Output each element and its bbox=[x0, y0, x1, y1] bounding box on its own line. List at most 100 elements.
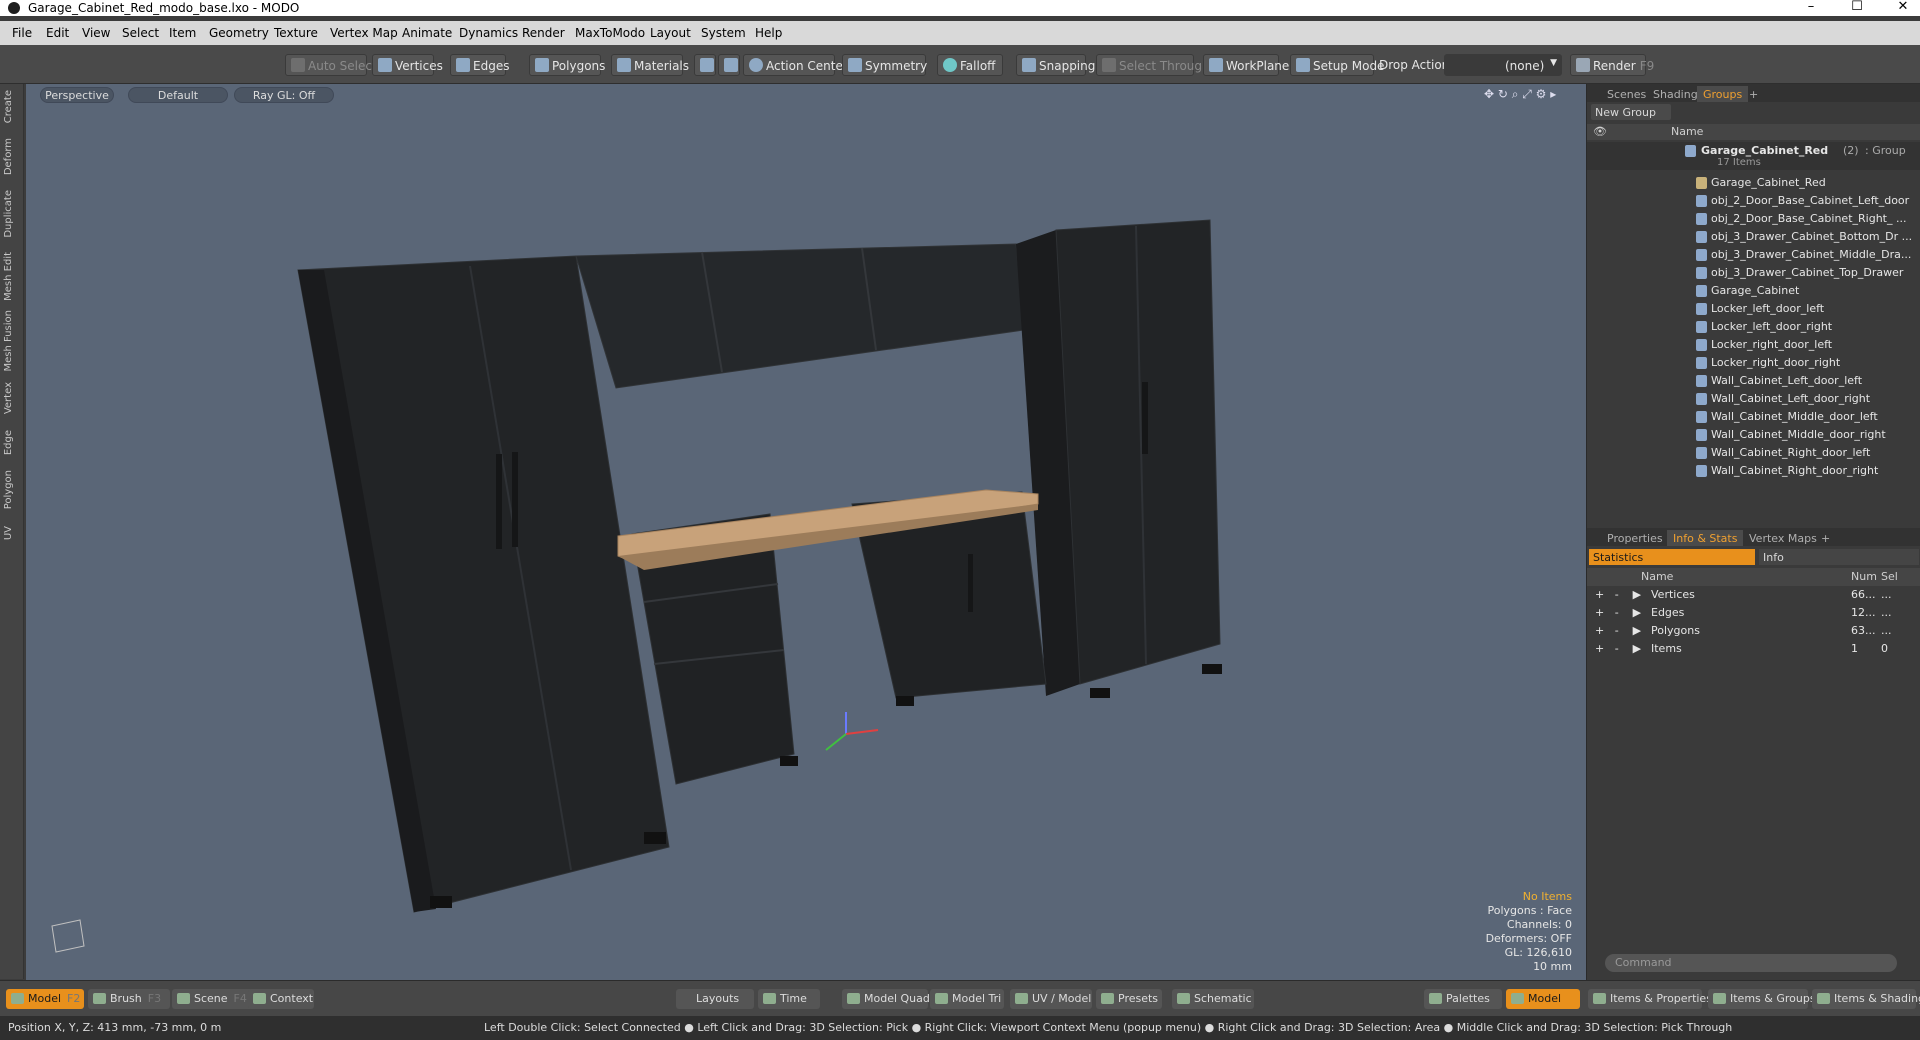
list-item[interactable]: Locker_left_door_left bbox=[1587, 300, 1920, 318]
menu-select[interactable]: Select bbox=[122, 26, 159, 40]
polygons-button[interactable]: Polygons bbox=[529, 54, 605, 76]
menu-render[interactable]: Render bbox=[522, 26, 565, 40]
add-tab-icon[interactable]: + bbox=[1743, 86, 1764, 102]
list-item[interactable]: Locker_right_door_left bbox=[1587, 336, 1920, 354]
setup-mode-button[interactable]: Setup Mode bbox=[1290, 54, 1384, 76]
menu-view[interactable]: View bbox=[82, 26, 110, 40]
workplane-button[interactable]: WorkPlane bbox=[1203, 54, 1289, 76]
tab-shading[interactable]: Shading bbox=[1647, 86, 1704, 102]
layouts-button[interactable]: Layouts bbox=[676, 989, 754, 1009]
menu-layout[interactable]: Layout bbox=[650, 26, 691, 40]
tab-uv[interactable]: UV bbox=[3, 526, 19, 540]
maximize-button[interactable]: ☐ bbox=[1840, 0, 1874, 14]
layout-context-button[interactable]: Context bbox=[248, 989, 314, 1009]
layout-uv-model-button[interactable]: UV / Model bbox=[1010, 989, 1092, 1009]
tab-deform[interactable]: Deform bbox=[3, 138, 19, 175]
list-item[interactable]: Wall_Cabinet_Right_door_right bbox=[1587, 462, 1920, 480]
edges-button[interactable]: Edges bbox=[450, 54, 509, 76]
selection-mode-button-2[interactable] bbox=[718, 54, 740, 76]
list-item[interactable]: Locker_right_door_right bbox=[1587, 354, 1920, 372]
add-tab-icon[interactable]: + bbox=[1815, 530, 1836, 546]
list-item[interactable]: Wall_Cabinet_Right_door_left bbox=[1587, 444, 1920, 462]
render-button[interactable]: Render F9 bbox=[1570, 54, 1654, 76]
list-item[interactable]: Wall_Cabinet_Middle_door_left bbox=[1587, 408, 1920, 426]
materials-button[interactable]: Materials bbox=[611, 54, 689, 76]
tab-create[interactable]: Create bbox=[3, 90, 19, 123]
stats-row[interactable]: + - ▶ Edges 12...... bbox=[1587, 604, 1920, 622]
snapping-button[interactable]: Snapping bbox=[1016, 54, 1095, 76]
menu-edit[interactable]: Edit bbox=[46, 26, 69, 40]
menu-help[interactable]: Help bbox=[755, 26, 782, 40]
list-item[interactable]: obj_2_Door_Base_Cabinet_Right_ ... bbox=[1587, 210, 1920, 228]
view-perspective-button[interactable]: Perspective bbox=[40, 87, 114, 103]
stats-row[interactable]: + - ▶ Vertices 66...... bbox=[1587, 586, 1920, 604]
list-item[interactable]: Garage_Cabinet bbox=[1587, 282, 1920, 300]
mode-model-button[interactable]: Model bbox=[1506, 989, 1580, 1009]
subtab-statistics[interactable]: Statistics bbox=[1589, 549, 1755, 565]
viewport-nav-icons[interactable]: ✥ ↻ ⌕ ⤢ ⚙ ▸ bbox=[1484, 87, 1556, 102]
tab-mesh-edit[interactable]: Mesh Edit bbox=[3, 252, 19, 301]
tab-edge[interactable]: Edge bbox=[3, 430, 19, 455]
menu-texture[interactable]: Texture bbox=[274, 26, 318, 40]
minimize-button[interactable]: – bbox=[1794, 0, 1828, 14]
menu-item[interactable]: Item bbox=[169, 26, 196, 40]
tab-scenes[interactable]: Scenes bbox=[1601, 86, 1652, 102]
list-item[interactable]: Wall_Cabinet_Middle_door_right bbox=[1587, 426, 1920, 444]
3d-viewport[interactable]: Perspective Default Ray GL: Off ✥ ↻ ⌕ ⤢ … bbox=[26, 84, 1586, 980]
list-item[interactable]: Wall_Cabinet_Left_door_left bbox=[1587, 372, 1920, 390]
close-button[interactable]: ✕ bbox=[1886, 0, 1920, 14]
items-groups-button[interactable]: Items & Groups bbox=[1708, 989, 1816, 1009]
selection-mode-button[interactable] bbox=[694, 54, 716, 76]
auto-select-button[interactable]: Auto Select bbox=[285, 54, 377, 76]
raygl-button[interactable]: Ray GL: Off bbox=[234, 87, 334, 103]
select-through-button[interactable]: Select Through bbox=[1096, 54, 1210, 76]
list-item[interactable]: Wall_Cabinet_Left_door_right bbox=[1587, 390, 1920, 408]
tab-vertex[interactable]: Vertex bbox=[3, 382, 19, 414]
symmetry-button[interactable]: Symmetry bbox=[842, 54, 927, 76]
menu-maxtomodo[interactable]: MaxToModo bbox=[575, 26, 645, 40]
menu-system[interactable]: System bbox=[701, 26, 746, 40]
menu-file[interactable]: File bbox=[12, 26, 32, 40]
drop-action-select[interactable]: (none) ▼ bbox=[1444, 54, 1562, 76]
group-row[interactable]: Garage_Cabinet_Red (2) : Group 17 Items bbox=[1587, 142, 1920, 170]
items-shading-button[interactable]: Items & Shading bbox=[1812, 989, 1920, 1009]
list-item[interactable]: obj_2_Door_Base_Cabinet_Left_door bbox=[1587, 192, 1920, 210]
layout-schematic-button[interactable]: Schematic bbox=[1172, 989, 1254, 1009]
falloff-button[interactable]: Falloff bbox=[937, 54, 1003, 76]
action-center-button[interactable]: Action Center bbox=[743, 54, 848, 76]
tab-mesh-fusion[interactable]: Mesh Fusion bbox=[3, 310, 19, 372]
tab-properties[interactable]: Properties bbox=[1601, 530, 1669, 546]
axis-z bbox=[825, 733, 847, 751]
stats-row[interactable]: + - ▶ Items 1 0 bbox=[1587, 640, 1920, 658]
tab-polygon[interactable]: Polygon bbox=[3, 470, 19, 509]
vertices-button[interactable]: Vertices bbox=[372, 54, 443, 76]
subtab-info[interactable]: Info bbox=[1759, 549, 1919, 565]
menu-geometry[interactable]: Geometry bbox=[209, 26, 269, 40]
list-item[interactable]: obj_3_Drawer_Cabinet_Top_Drawer bbox=[1587, 264, 1920, 282]
layout-model-tri-button[interactable]: Model Tri bbox=[930, 989, 1004, 1009]
layout-model-quad-button[interactable]: Model Quad bbox=[842, 989, 930, 1009]
layout-model-button[interactable]: Model F2 bbox=[6, 989, 84, 1009]
menu-vertex-map[interactable]: Vertex Map bbox=[330, 26, 398, 40]
layout-time-button[interactable]: Time bbox=[758, 989, 820, 1009]
list-item[interactable]: obj_3_Drawer_Cabinet_Bottom_Dr ... bbox=[1587, 228, 1920, 246]
new-group-button[interactable]: New Group bbox=[1591, 104, 1671, 120]
tab-vertex-maps[interactable]: Vertex Maps bbox=[1743, 530, 1823, 546]
palettes-button[interactable]: Palettes bbox=[1424, 989, 1502, 1009]
menu-dynamics[interactable]: Dynamics bbox=[459, 26, 518, 40]
tab-duplicate[interactable]: Duplicate bbox=[3, 190, 19, 238]
items-properties-button[interactable]: Items & Properties bbox=[1588, 989, 1712, 1009]
layout-presets-button[interactable]: Presets bbox=[1096, 989, 1162, 1009]
tab-groups[interactable]: Groups bbox=[1697, 86, 1749, 102]
layout-brush-button[interactable]: Brush F3 bbox=[88, 989, 170, 1009]
layout-scene-button[interactable]: Scene F4 bbox=[172, 989, 254, 1009]
list-item[interactable]: obj_3_Drawer_Cabinet_Middle_Dra... bbox=[1587, 246, 1920, 264]
eye-icon[interactable]: 👁 bbox=[1593, 125, 1607, 138]
shading-default-button[interactable]: Default bbox=[128, 87, 228, 103]
menu-animate[interactable]: Animate bbox=[402, 26, 452, 40]
stats-row[interactable]: + - ▶ Polygons 63...... bbox=[1587, 622, 1920, 640]
list-item[interactable]: Locker_left_door_right bbox=[1587, 318, 1920, 336]
tab-info-stats[interactable]: Info & Stats bbox=[1667, 530, 1744, 546]
command-input[interactable]: Command bbox=[1605, 954, 1897, 972]
list-item[interactable]: Garage_Cabinet_Red bbox=[1587, 174, 1920, 192]
